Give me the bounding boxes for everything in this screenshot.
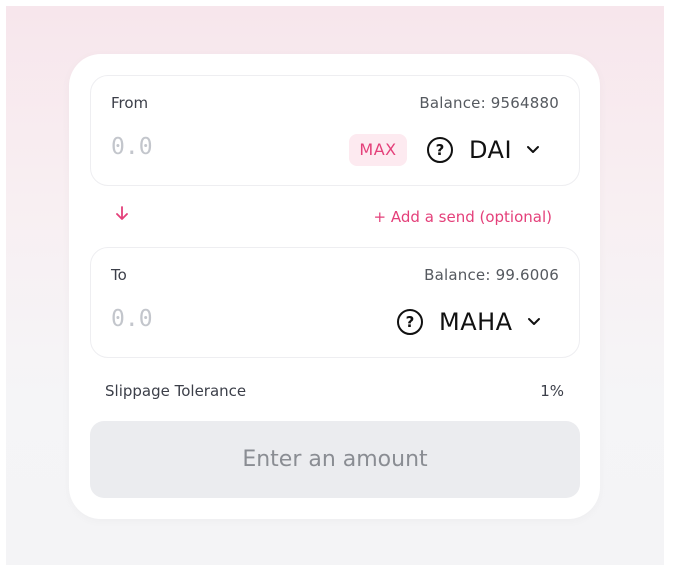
chevron-down-icon — [527, 317, 541, 327]
from-panel: From Balance: 9564880 MAX ? DAI — [90, 75, 580, 186]
chevron-down-icon — [526, 145, 540, 155]
to-token-name: MAHA — [439, 308, 513, 336]
from-token-select[interactable]: ? DAI — [427, 132, 540, 168]
slippage-label: Slippage Tolerance — [105, 382, 247, 400]
add-send-link[interactable]: + Add a send (optional) — [374, 208, 552, 226]
from-amount-input[interactable] — [111, 134, 311, 160]
enter-amount-button[interactable]: Enter an amount — [90, 421, 580, 498]
to-label: To — [111, 266, 127, 284]
from-token-name: DAI — [469, 136, 513, 164]
to-panel: To Balance: 99.6006 ? MAHA — [90, 247, 580, 358]
to-token-select[interactable]: ? MAHA — [397, 304, 541, 340]
to-amount-input[interactable] — [111, 306, 311, 332]
question-circle-icon: ? — [397, 309, 423, 335]
arrow-down-icon[interactable] — [115, 205, 129, 223]
slippage-value[interactable]: 1% — [540, 382, 564, 400]
from-label: From — [111, 94, 149, 112]
swap-card: From Balance: 9564880 MAX ? DAI + Add a … — [69, 54, 600, 519]
max-button[interactable]: MAX — [349, 134, 407, 166]
question-circle-icon: ? — [427, 137, 453, 163]
from-balance: Balance: 9564880 — [419, 94, 559, 112]
to-balance: Balance: 99.6006 — [424, 266, 559, 284]
